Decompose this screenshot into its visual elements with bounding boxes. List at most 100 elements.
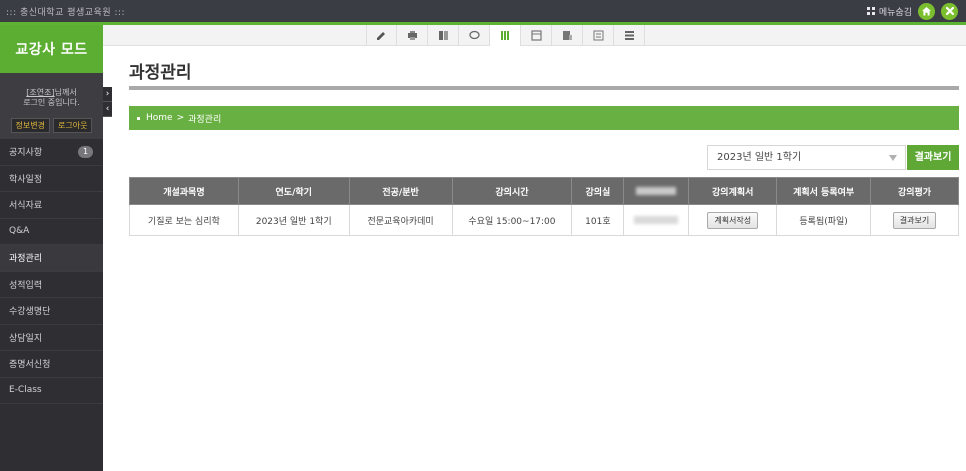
breadcrumb-home[interactable]: Home <box>146 113 173 123</box>
plan-cell: 계획서작성 <box>688 204 778 236</box>
sidebar-item[interactable]: 수강생명단 <box>0 298 103 325</box>
sidebar-item-label: 공지사항 <box>9 148 43 159</box>
toolbar-button[interactable] <box>614 25 645 46</box>
column-header: 연도/학기 <box>237 177 350 205</box>
user-greeting: [조연조]님께서 <box>0 88 103 98</box>
sidebar-item-label: 서식자료 <box>9 201 43 212</box>
breadcrumb-separator: > <box>176 113 185 123</box>
site-name: ::: 충신대학교 평생교육원 ::: <box>6 8 126 18</box>
sidebar-item-label: 성적입력 <box>9 280 43 291</box>
sidebar-item[interactable]: E-Class <box>0 378 103 404</box>
column-header: 강의시간 <box>451 177 573 205</box>
sidebar-item-label: E-Class <box>9 385 42 396</box>
top-bar: ::: 충신대학교 평생교육원 ::: 메뉴숨김 <box>0 0 966 22</box>
bullet-icon <box>137 116 140 120</box>
menu-toggle-button[interactable]: 메뉴숨김 <box>866 5 912 18</box>
major-cell: 전문교육아카데미 <box>348 204 453 236</box>
plan-status-cell: 등록됨(파일) <box>776 204 872 236</box>
view-evaluation-button[interactable]: 결과보기 <box>892 211 937 229</box>
document-icon <box>438 31 448 40</box>
column-header: 계획서 등록여부 <box>776 177 872 205</box>
column-header: 전공/분반 <box>348 177 453 205</box>
toolbar-button[interactable] <box>428 25 459 46</box>
user-box: [조연조]님께서 로그인 중입니다. 정보변경 로그아웃 <box>0 73 103 139</box>
grid-icon <box>866 7 875 15</box>
toolbar-button[interactable] <box>490 25 521 46</box>
sidebar-item-label: Q&A <box>9 226 30 237</box>
user-suffix: 님께서 <box>54 88 77 97</box>
toolbar-icons <box>366 25 645 46</box>
sidebar-item[interactable]: Q&A <box>0 219 103 245</box>
term-cell: 2023년 일반 1학기 <box>237 204 350 236</box>
chat-icon <box>468 30 480 40</box>
toolbar-button[interactable] <box>397 25 428 46</box>
column-header: 강의계획서 <box>688 177 778 205</box>
redacted-cell <box>623 204 690 236</box>
redacted-header <box>636 186 677 195</box>
notepad-icon <box>562 31 572 40</box>
sidebar-item[interactable]: 학사일정 <box>0 166 103 192</box>
sidebar-item[interactable]: 과정관리 <box>0 245 103 272</box>
toolbar-button[interactable] <box>583 25 614 46</box>
login-status: 로그인 중입니다. <box>23 98 80 107</box>
sidebar-item-label: 증명서신청 <box>9 360 51 371</box>
column-header: 강의평가 <box>870 177 959 205</box>
title-divider <box>129 86 959 90</box>
breadcrumb-current: 과정관리 <box>188 114 222 125</box>
edit-info-button[interactable]: 정보변경 <box>10 118 50 133</box>
sidebar-item-label: 수강생명단 <box>9 307 51 318</box>
toolbar-button[interactable] <box>552 25 583 46</box>
close-button[interactable] <box>941 2 958 20</box>
column-header <box>623 177 690 205</box>
sidebar-menu: 공지사항 1 학사일정서식자료 Q&A 과정관리성적입력수강생명단상담일지증명서신청 E-… <box>0 139 103 404</box>
book-icon <box>500 31 509 40</box>
user-buttons: 정보변경 로그아웃 <box>0 118 103 133</box>
sidebar-item[interactable]: 서식자료 <box>0 192 103 219</box>
evaluation-cell: 결과보기 <box>870 204 959 236</box>
icon-toolbar <box>103 25 966 46</box>
course-name-cell: 기질로 보는 심리학 <box>129 204 239 236</box>
sidebar-item-label: 과정관리 <box>9 254 43 265</box>
home-icon <box>922 6 931 15</box>
toolbar-button[interactable] <box>366 25 397 46</box>
term-select-value: 2023년 일반 1학기 <box>717 152 802 163</box>
sidebar: 교강사 모드 [조연조]님께서 로그인 중입니다. 정보변경 로그아웃 공지사항… <box>0 25 103 471</box>
sidebar-item-label: 학사일정 <box>9 174 43 185</box>
table-row: 기질로 보는 심리학 2023년 일반 1학기 전문교육아카데미 수요일 15:00~… <box>129 204 959 236</box>
sidebar-item[interactable]: 증명서신청 <box>0 351 103 378</box>
stack-icon <box>624 31 634 40</box>
menu-toggle-label: 메뉴숨김 <box>878 7 912 18</box>
user-name[interactable]: [조연조] <box>26 88 54 97</box>
sidebar-item[interactable]: 공지사항 1 <box>0 139 103 166</box>
chevron-left-icon[interactable]: ‹ <box>103 102 112 117</box>
list-icon <box>593 30 603 41</box>
calendar-icon <box>530 30 542 41</box>
top-right-controls: 메뉴숨김 <box>866 2 958 20</box>
room-cell: 101호 <box>571 204 625 236</box>
column-header: 강의실 <box>571 177 625 205</box>
mode-title: 교강사 모드 <box>0 25 103 73</box>
table-header-row: 개설과목명 연도/학기 전공/분반 강의시간 강의실 강의계획서 계획서 등록여부 강의평가 <box>129 177 959 205</box>
printer-icon <box>407 31 417 40</box>
write-plan-button[interactable]: 계획서작성 <box>707 211 759 229</box>
toolbar-button[interactable] <box>459 25 490 46</box>
sidebar-item[interactable]: 상담일지 <box>0 325 103 351</box>
view-results-button[interactable]: 결과보기 <box>907 145 959 170</box>
dropdown-caret-icon <box>889 155 897 161</box>
page-title: 과정관리 <box>129 63 192 83</box>
home-button[interactable] <box>918 2 935 20</box>
sidebar-item-label: 상담일지 <box>9 333 43 344</box>
term-select[interactable]: 2023년 일반 1학기 <box>707 145 906 170</box>
table-body: 기질로 보는 심리학 2023년 일반 1학기 전문교육아카데미 수요일 15:00~… <box>129 204 959 236</box>
sidebar-collapse-toggle[interactable]: › ‹ <box>103 87 112 117</box>
breadcrumb: Home > 과정관리 <box>129 106 959 130</box>
column-header: 개설과목명 <box>129 177 239 205</box>
logout-button[interactable]: 로그아웃 <box>53 118 93 133</box>
notification-badge: 1 <box>78 146 93 158</box>
redacted-value <box>634 215 679 224</box>
sidebar-item[interactable]: 성적입력 <box>0 272 103 298</box>
course-table: 개설과목명 연도/학기 전공/분반 강의시간 강의실 강의계획서 계획서 등록여부 강의평가 … <box>129 177 959 236</box>
lecture-time-cell: 수요일 15:00~17:00 <box>451 204 573 236</box>
toolbar-button[interactable] <box>521 25 552 46</box>
chevron-right-icon[interactable]: › <box>103 87 112 102</box>
